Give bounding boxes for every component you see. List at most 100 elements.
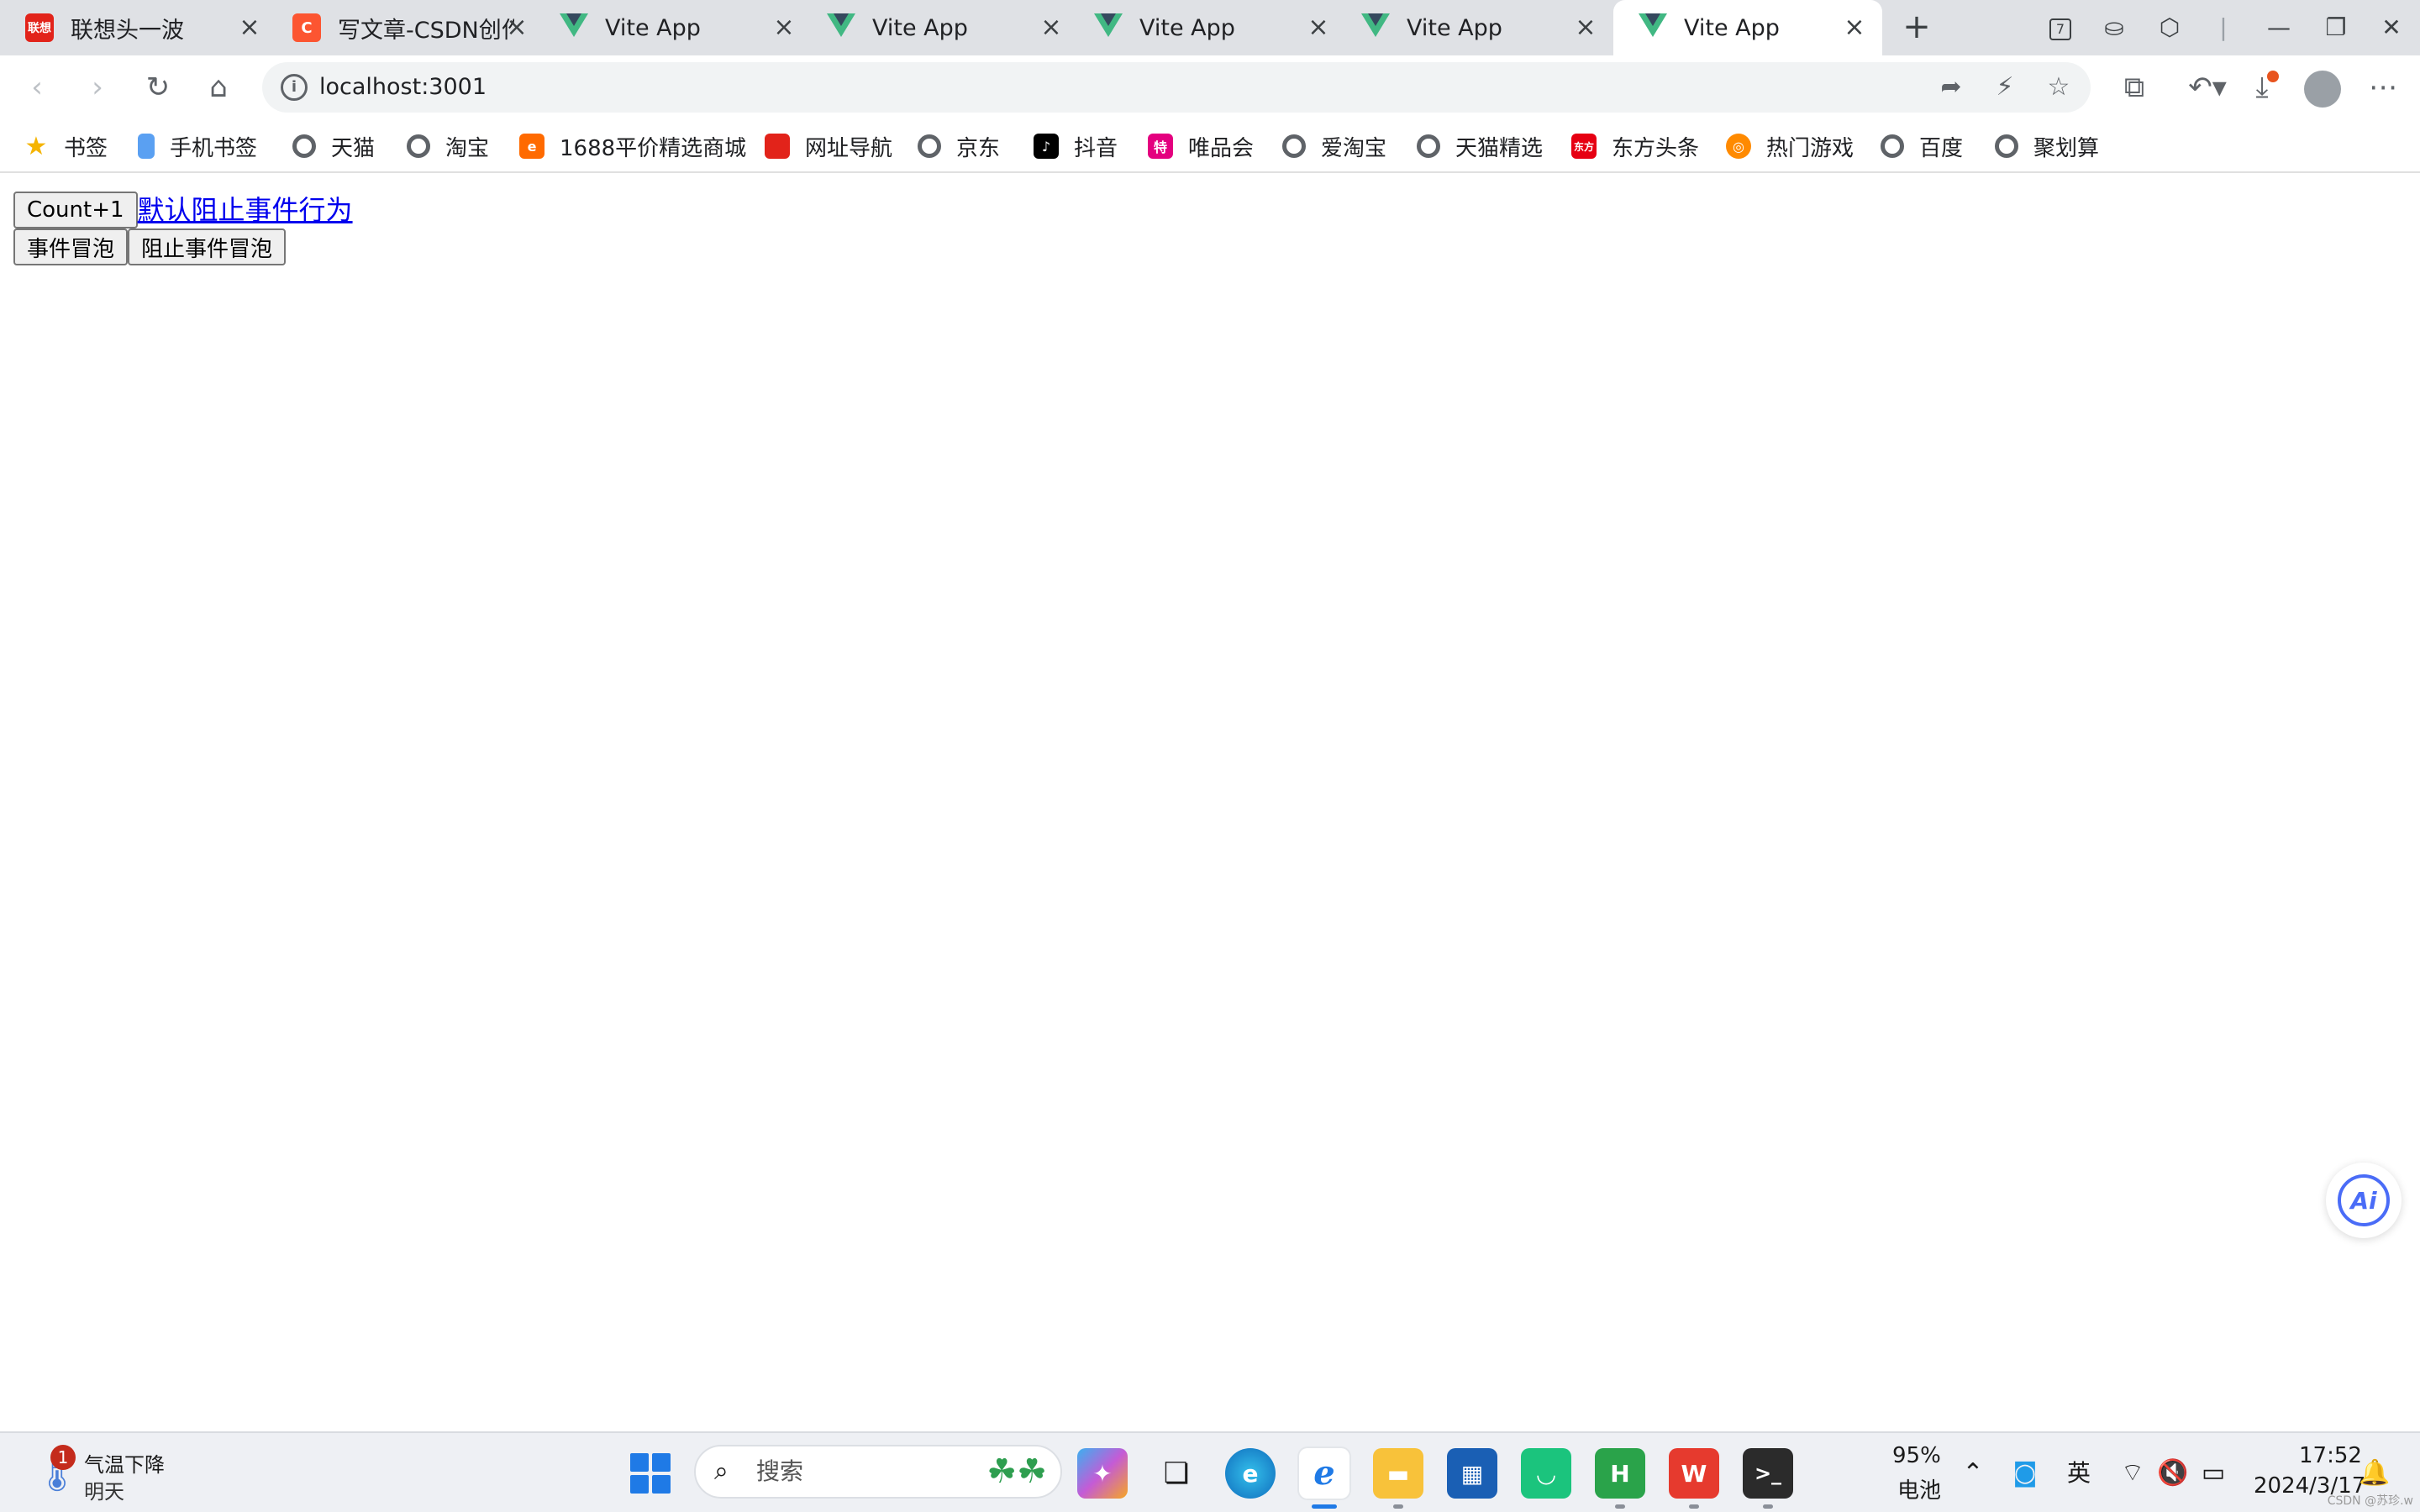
copilot-icon[interactable]: ✦ bbox=[1077, 1448, 1128, 1499]
new-tab-button[interactable]: + bbox=[1897, 8, 1936, 47]
bookmark-item[interactable]: e 1688平价精选商城 bbox=[519, 129, 746, 163]
battery-icon[interactable]: ▭ bbox=[2196, 1457, 2230, 1490]
download-icon[interactable]: ⤓ bbox=[2242, 67, 2282, 108]
tab-title: Vite App bbox=[1684, 14, 1780, 41]
battery-percent[interactable]: 95% bbox=[1892, 1443, 1941, 1468]
close-icon[interactable]: × bbox=[504, 15, 529, 40]
weather-widget[interactable]: 🌡 1 气温下降 明天 bbox=[34, 1445, 185, 1504]
bookmark-label: 东方头条 bbox=[1612, 135, 1700, 161]
task-view-icon[interactable]: ❏ bbox=[1151, 1448, 1202, 1499]
terminal-icon[interactable]: >_ bbox=[1743, 1448, 1793, 1509]
windows-start-icon[interactable] bbox=[630, 1453, 671, 1494]
forward-icon[interactable]: › bbox=[77, 67, 118, 108]
notification-bell-icon[interactable]: 🔔 bbox=[2358, 1457, 2391, 1490]
tab-csdn[interactable]: C 写文章-CSDN创作 × bbox=[267, 0, 544, 55]
undo-dropdown-icon[interactable]: ↶▾ bbox=[2178, 67, 2237, 108]
file-explorer-icon[interactable]: ▬ bbox=[1373, 1448, 1423, 1509]
bookmark-label: 网址导航 bbox=[805, 135, 893, 161]
reload-icon[interactable]: ↻ bbox=[138, 67, 178, 108]
bookmark-label: 唯品会 bbox=[1188, 135, 1255, 161]
bookmark-item[interactable]: ◎ 热门游戏 bbox=[1726, 129, 1854, 163]
lightning-icon[interactable]: ⚡ bbox=[1988, 71, 2022, 104]
running-indicator bbox=[1689, 1504, 1699, 1509]
bookmark-item[interactable]: 聚划算 bbox=[1995, 129, 2099, 163]
bookmark-item[interactable]: 百度 bbox=[1881, 129, 1963, 163]
lenovo-browser-icon[interactable]: ℯ bbox=[1299, 1448, 1349, 1509]
profile-avatar-icon[interactable] bbox=[2302, 67, 2343, 108]
back-icon[interactable]: ‹ bbox=[17, 67, 57, 108]
shopping-bag-icon[interactable]: ◡ bbox=[1521, 1448, 1571, 1499]
lenovo-icon bbox=[765, 134, 790, 159]
site-info-icon[interactable]: i bbox=[281, 74, 308, 101]
browser-e-icon bbox=[1282, 134, 1306, 158]
tab-title: Vite App bbox=[605, 14, 701, 41]
edge-icon[interactable]: e bbox=[1225, 1448, 1276, 1499]
tab-vite-app-active[interactable]: Vite App × bbox=[1613, 0, 1882, 55]
close-icon[interactable]: × bbox=[1842, 15, 1867, 40]
prevent-default-link[interactable]: 默认阻止事件行为 bbox=[138, 192, 353, 228]
game-icon: ◎ bbox=[1726, 134, 1751, 159]
running-indicator bbox=[1763, 1504, 1773, 1509]
window-close-icon[interactable]: ✕ bbox=[2375, 12, 2408, 44]
bookmark-item[interactable]: 京东 bbox=[918, 129, 1000, 163]
tab-lenovo[interactable]: 联想 联想头一波 × bbox=[0, 0, 277, 55]
stop-bubble-button[interactable]: 阻止事件冒泡 bbox=[128, 228, 287, 265]
tab-vite-app-3[interactable]: Vite App × bbox=[1069, 0, 1346, 55]
tab-count-icon[interactable]: 7 bbox=[2044, 12, 2077, 44]
address-bar[interactable]: i localhost:3001 ➦ ⚡ ☆ bbox=[262, 62, 2091, 113]
wps-icon[interactable]: W bbox=[1669, 1448, 1719, 1509]
close-icon[interactable]: × bbox=[771, 15, 797, 40]
bookmark-item[interactable]: 手机书签 bbox=[138, 129, 257, 163]
extension-puzzle-icon[interactable]: ⬡ bbox=[2153, 12, 2186, 44]
star-bookmark-icon[interactable]: ☆ bbox=[2042, 71, 2075, 104]
extensions-icon[interactable]: ⧉ bbox=[2114, 67, 2154, 108]
tab-vite-app-1[interactable]: Vite App × bbox=[534, 0, 812, 55]
close-icon[interactable]: × bbox=[1306, 15, 1331, 40]
app-tray-icon[interactable]: ◙ bbox=[2008, 1457, 2042, 1490]
bookmark-item[interactable]: 淘宝 bbox=[407, 129, 489, 163]
bookmark-item[interactable]: ★ 书签 bbox=[24, 129, 108, 163]
vue-favicon-icon bbox=[560, 13, 588, 42]
browser-toolbar: ‹ › ↻ ⌂ i localhost:3001 ➦ ⚡ ☆ ⧉ ↶▾ ⤓ ⋯ bbox=[0, 55, 2420, 119]
search-placeholder: 搜索 bbox=[756, 1457, 804, 1485]
ai-assistant-button[interactable]: Ai bbox=[2326, 1163, 2402, 1238]
bookmark-item[interactable]: ♪ 抖音 bbox=[1034, 129, 1118, 163]
bookmark-label: 1688平价精选商城 bbox=[560, 135, 747, 161]
close-icon[interactable]: × bbox=[1573, 15, 1598, 40]
bookmark-item[interactable]: 网址导航 bbox=[765, 129, 892, 163]
count-plus-button[interactable]: Count+1 bbox=[13, 192, 138, 228]
browser-e-icon bbox=[292, 134, 316, 158]
chevron-up-icon[interactable]: ⌃ bbox=[1956, 1457, 1990, 1490]
clock-time[interactable]: 17:52 bbox=[2299, 1443, 2362, 1468]
incognito-icon[interactable]: ⛀ bbox=[2097, 12, 2131, 44]
hbuilder-icon[interactable]: H bbox=[1595, 1448, 1645, 1509]
more-menu-icon[interactable]: ⋯ bbox=[2363, 67, 2403, 108]
tab-title: Vite App bbox=[1139, 14, 1235, 41]
close-icon[interactable]: × bbox=[237, 15, 262, 40]
taskbar-search[interactable]: ⌕ 搜索 ☘☘ bbox=[694, 1445, 1062, 1499]
event-bubble-button[interactable]: 事件冒泡 bbox=[13, 228, 129, 265]
bookmark-item[interactable]: 爱淘宝 bbox=[1282, 129, 1386, 163]
microsoft-store-icon[interactable]: ▦ bbox=[1447, 1448, 1497, 1499]
home-icon[interactable]: ⌂ bbox=[198, 67, 239, 108]
minimize-icon[interactable]: — bbox=[2262, 12, 2296, 44]
watermark-text: CSDN @苏珍.w bbox=[2327, 1494, 2413, 1508]
ime-indicator[interactable]: 英 bbox=[2062, 1457, 2096, 1490]
tab-vite-app-2[interactable]: Vite App × bbox=[802, 0, 1079, 55]
share-icon[interactable]: ➦ bbox=[1934, 71, 1968, 104]
volume-muted-icon[interactable]: 🔇 bbox=[2156, 1457, 2190, 1490]
bookmark-label: 手机书签 bbox=[170, 135, 258, 161]
bookmark-item[interactable]: 特唯品会 bbox=[1148, 129, 1254, 163]
wifi-icon[interactable]: ⌔ bbox=[2116, 1457, 2149, 1490]
restore-icon[interactable]: ❐ bbox=[2319, 12, 2353, 44]
page-content: Count+1 默认阻止事件行为 事件冒泡 阻止事件冒泡 Ai bbox=[0, 175, 2420, 1431]
browser-e-icon bbox=[1995, 134, 2018, 158]
second-row: 事件冒泡 阻止事件冒泡 bbox=[13, 228, 287, 265]
csdn-favicon-icon: C bbox=[292, 13, 321, 42]
browser-e-icon bbox=[407, 134, 430, 158]
bookmark-item[interactable]: 东方 东方头条 bbox=[1571, 129, 1699, 163]
bookmark-item[interactable]: 天猫精选 bbox=[1417, 129, 1543, 163]
close-icon[interactable]: × bbox=[1039, 15, 1064, 40]
bookmark-item[interactable]: 天猫 bbox=[292, 129, 375, 163]
tab-vite-app-4[interactable]: Vite App × bbox=[1336, 0, 1613, 55]
